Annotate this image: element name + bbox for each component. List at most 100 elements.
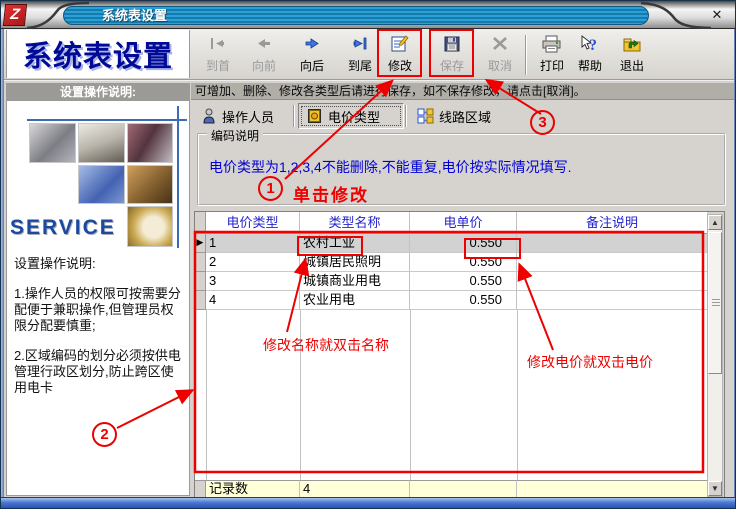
note-item-1: 1.操作人员的权限可按需要分配便于兼职操作,但管理员权限分配要慎重; [14, 286, 184, 334]
photo-tool [29, 123, 76, 163]
row-selector [195, 272, 206, 291]
cancel-x-icon [479, 34, 521, 56]
save-icon [431, 34, 473, 56]
cell-type[interactable]: 2 [206, 253, 300, 272]
tab-separator [293, 105, 295, 127]
cell-price[interactable]: 0.550 [410, 272, 517, 291]
row-selector [195, 253, 206, 272]
svg-text:?: ? [589, 37, 597, 54]
grid-column-line [300, 310, 301, 480]
cell-type[interactable]: 3 [206, 272, 300, 291]
sidebar-header: 设置操作说明: [7, 84, 189, 101]
tab-bar: 操作人员 电价类型 ++ 线路区域 [191, 102, 734, 130]
page-title-box: 系统表设置 [6, 30, 190, 78]
help-button[interactable]: ? 帮助 [569, 32, 611, 78]
notes-title: 设置操作说明: [14, 256, 184, 272]
col-header-type[interactable]: 电价类型 [206, 212, 300, 234]
grid-table: 电价类型 类型名称 电单价 备注说明 ▶ 1 农村工业 0.550 [195, 212, 707, 497]
grid-empty-area [195, 310, 707, 480]
svg-text:+: + [424, 119, 428, 125]
help-icon: ? [569, 34, 611, 56]
cell-type[interactable]: 4 [206, 291, 300, 310]
cell-name[interactable]: 城镇居民照明 [300, 253, 410, 272]
grid-header-row: 电价类型 类型名称 电单价 备注说明 [195, 212, 707, 234]
cell-name[interactable]: 农村工业 [300, 234, 410, 253]
scroll-up-button[interactable]: ▲ [708, 215, 722, 230]
first-button[interactable]: 到首 [197, 32, 239, 78]
exit-icon [611, 34, 653, 56]
record-count-value: 4 [300, 480, 410, 497]
save-button[interactable]: 保存 [431, 32, 473, 78]
app-window: Z 系统表设置 ✕ 系统表设置 到首 [0, 0, 736, 509]
table-row[interactable]: 4 农业用电 0.550 [195, 291, 707, 310]
cell-note[interactable] [517, 291, 707, 310]
coding-note-groupbox: 编码说明 电价类型为1,2,3,4不能删除,不能重复,电价按实际情况填写. [197, 133, 726, 206]
exit-button[interactable]: 退出 [611, 32, 653, 78]
cell-price[interactable]: 0.550 [410, 234, 517, 253]
cell-type[interactable]: 1 [206, 234, 300, 253]
edit-button[interactable]: 修改 [379, 32, 421, 78]
table-row[interactable]: ▶ 1 农村工业 0.550 [195, 234, 707, 253]
next-arrow-icon [291, 34, 333, 56]
cell-note[interactable] [517, 253, 707, 272]
print-button[interactable]: 打印 [531, 32, 573, 78]
content-panel: 可增加、删除、修改各类型后请进行保存，如不保存修改，请点击[取消]。 操作人员 … [191, 83, 734, 496]
edit-icon [379, 34, 421, 56]
cell-note[interactable] [517, 272, 707, 291]
table-row[interactable]: 2 城镇居民照明 0.550 [195, 253, 707, 272]
price-type-icon [307, 108, 323, 124]
titlebar: Z 系统表设置 ✕ [1, 1, 736, 29]
photo-briefcase [127, 165, 173, 204]
footer-selector [195, 480, 206, 497]
app-logo-icon: Z [3, 4, 27, 26]
info-bar: 可增加、删除、修改各类型后请进行保存，如不保存修改，请点击[取消]。 [191, 83, 734, 100]
close-button[interactable]: ✕ [707, 7, 727, 23]
cell-name[interactable]: 城镇商业用电 [300, 272, 410, 291]
main-area: 系统表设置 到首 向前 [4, 29, 734, 499]
cancel-button[interactable]: 取消 [479, 32, 521, 78]
svg-text:+: + [424, 111, 428, 117]
cell-price[interactable]: 0.550 [410, 253, 517, 272]
sidebar: 设置操作说明: SERVICE 设置操作说明: 1.操作人员的权限可按需要分配便… [6, 83, 190, 496]
window-title: 系统表设置 [63, 6, 649, 25]
grid-column-line [206, 310, 207, 480]
collage-line-top [27, 119, 187, 121]
col-header-price[interactable]: 电单价 [410, 212, 517, 234]
scrollbar-grip [712, 299, 720, 307]
grid-column-line [410, 310, 411, 480]
page-title: 系统表设置 [23, 33, 173, 75]
last-button[interactable]: 到尾 [339, 32, 381, 78]
top-band: 系统表设置 到首 向前 [4, 29, 734, 81]
footer-empty-cell [517, 480, 707, 497]
col-header-name[interactable]: 类型名称 [300, 212, 410, 234]
tab-operators[interactable]: 操作人员 [194, 103, 292, 129]
service-wordmark: SERVICE [10, 216, 116, 240]
photo-pen [78, 123, 125, 163]
last-icon [339, 34, 381, 56]
header-selector-cell [195, 212, 206, 234]
tab-price-types[interactable]: 电价类型 [298, 103, 404, 129]
printer-icon [531, 34, 573, 56]
scrollbar-thumb[interactable] [708, 232, 722, 374]
tab-separator [405, 105, 407, 127]
tab-line-regions[interactable]: ++ 线路区域 [409, 103, 503, 129]
next-button[interactable]: 向后 [291, 32, 333, 78]
scroll-down-button[interactable]: ▼ [708, 481, 722, 496]
grid-footer-row: 记录数 4 [195, 480, 707, 497]
cell-note[interactable] [517, 234, 707, 253]
cell-price[interactable]: 0.550 [410, 291, 517, 310]
prev-arrow-icon [243, 34, 285, 56]
prev-button[interactable]: 向前 [243, 32, 285, 78]
grid-column-line [517, 310, 518, 480]
vertical-scrollbar[interactable]: ▲ ▼ [707, 214, 723, 497]
note-item-2: 2.区域编码的划分必须按供电管理行政区划分,防止跨区使用电卡 [14, 348, 184, 396]
person-icon [202, 108, 217, 124]
cell-name[interactable]: 农业用电 [300, 291, 410, 310]
record-count-label: 记录数 [206, 480, 300, 497]
price-type-grid: 电价类型 类型名称 电单价 备注说明 ▶ 1 农村工业 0.550 [194, 211, 725, 498]
groupbox-title: 编码说明 [207, 127, 263, 144]
first-icon [197, 34, 239, 56]
table-row[interactable]: 3 城镇商业用电 0.550 [195, 272, 707, 291]
col-header-note[interactable]: 备注说明 [517, 212, 707, 234]
region-pages-icon: ++ [417, 108, 434, 124]
